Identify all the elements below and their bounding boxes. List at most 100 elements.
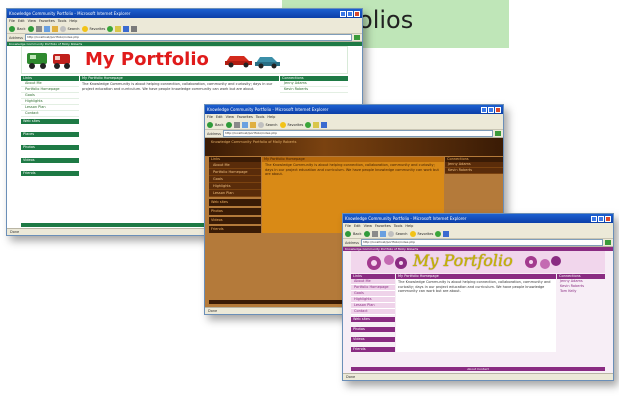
menu-favorites[interactable]: Favorites (375, 224, 391, 228)
media-icon[interactable] (435, 230, 442, 237)
nav-item[interactable]: Lesson Plan (209, 190, 261, 197)
history-icon[interactable] (313, 121, 320, 128)
section-heading[interactable]: Videos (351, 337, 395, 342)
close-icon[interactable] (605, 215, 611, 222)
menu-file[interactable]: File (345, 224, 351, 228)
menu-view[interactable]: View (28, 19, 36, 23)
section-heading[interactable]: Videos (21, 158, 79, 163)
search-icon[interactable] (59, 25, 66, 32)
menu-favorites[interactable]: Favorites (237, 115, 253, 119)
connection-link[interactable]: Tom Kelly (557, 289, 605, 294)
section-heading[interactable]: Places (21, 132, 79, 137)
stop-icon[interactable] (233, 121, 240, 128)
window-controls[interactable] (591, 215, 611, 222)
stop-icon[interactable] (35, 25, 42, 32)
menu-tools[interactable]: Tools (58, 19, 67, 23)
section-heading[interactable]: Web sites (351, 317, 395, 322)
menu-edit[interactable]: Edit (216, 115, 223, 119)
menu-tools[interactable]: Tools (394, 224, 403, 228)
refresh-icon[interactable] (379, 230, 386, 237)
back-label[interactable]: Back (353, 232, 362, 236)
window-titlebar[interactable]: Knowledge Community Portfolio - Microsof… (7, 9, 362, 18)
favorites-star-icon[interactable] (409, 230, 416, 237)
home-icon[interactable] (249, 121, 256, 128)
mail-icon[interactable] (321, 121, 328, 128)
close-icon[interactable] (495, 106, 501, 113)
address-input[interactable]: http://localhost/portfolio/index.php (222, 130, 493, 137)
section-heading[interactable]: Web sites (21, 119, 79, 124)
forward-icon[interactable] (225, 121, 232, 128)
favorites-label[interactable]: Favorites (418, 232, 434, 236)
search-icon[interactable] (257, 121, 264, 128)
menu-file[interactable]: File (9, 19, 15, 23)
nav-item[interactable]: Goals (209, 176, 261, 183)
search-label[interactable]: Search (396, 232, 408, 236)
nav-item[interactable]: Highlights (209, 183, 261, 190)
search-icon[interactable] (387, 230, 394, 237)
menu-view[interactable]: View (226, 115, 234, 119)
favorites-star-icon[interactable] (81, 25, 88, 32)
favorites-label[interactable]: Favorites (90, 27, 106, 31)
section-heading[interactable]: Photos (209, 208, 261, 215)
address-input[interactable]: http://localhost/portfolio/index.php (360, 239, 603, 246)
favorites-star-icon[interactable] (279, 121, 286, 128)
back-icon[interactable] (9, 25, 15, 32)
nav-item[interactable]: Contact (21, 111, 79, 117)
back-label[interactable]: Back (215, 123, 224, 127)
forward-icon[interactable] (363, 230, 370, 237)
menu-view[interactable]: View (364, 224, 372, 228)
connection-link[interactable]: Kevin Roberts (280, 87, 348, 93)
maximize-icon[interactable] (598, 215, 604, 222)
section-heading[interactable]: Web sites (209, 199, 261, 206)
section-heading[interactable]: Photos (21, 145, 79, 150)
section-heading[interactable]: Videos (209, 217, 261, 224)
go-button[interactable] (354, 35, 360, 40)
section-heading[interactable]: Photos (351, 327, 395, 332)
window-titlebar[interactable]: Knowledge Community Portfolio - Microsof… (343, 214, 613, 223)
window-controls[interactable] (481, 106, 501, 113)
refresh-icon[interactable] (241, 121, 248, 128)
maximize-icon[interactable] (347, 10, 353, 17)
back-label[interactable]: Back (17, 27, 26, 31)
menu-help[interactable]: Help (405, 224, 413, 228)
search-label[interactable]: Search (266, 123, 278, 127)
back-icon[interactable] (207, 121, 213, 128)
menu-file[interactable]: File (207, 115, 213, 119)
print-icon[interactable] (131, 25, 138, 32)
go-button[interactable] (495, 131, 501, 136)
nav-item[interactable]: About Me (209, 162, 261, 169)
browser-window-purple[interactable]: Knowledge Community Portfolio - Microsof… (342, 213, 614, 381)
forward-icon[interactable] (27, 25, 34, 32)
minimize-icon[interactable] (340, 10, 346, 17)
minimize-icon[interactable] (591, 215, 597, 222)
section-heading[interactable]: Friends (209, 226, 261, 233)
window-controls[interactable] (340, 10, 360, 17)
menu-help[interactable]: Help (69, 19, 77, 23)
favorites-label[interactable]: Favorites (288, 123, 304, 127)
address-input[interactable]: http://localhost/portfolio/index.php (24, 34, 352, 41)
minimize-icon[interactable] (481, 106, 487, 113)
nav-item[interactable]: Contact (351, 309, 395, 315)
history-icon[interactable] (115, 25, 122, 32)
menu-favorites[interactable]: Favorites (39, 19, 55, 23)
maximize-icon[interactable] (488, 106, 494, 113)
menu-edit[interactable]: Edit (18, 19, 25, 23)
mail-icon[interactable] (443, 230, 450, 237)
media-icon[interactable] (107, 25, 114, 32)
refresh-icon[interactable] (43, 25, 50, 32)
go-button[interactable] (605, 240, 611, 245)
media-icon[interactable] (305, 121, 312, 128)
section-heading[interactable]: Friends (21, 171, 79, 176)
connection-link[interactable]: Kevin Roberts (445, 168, 503, 174)
page-footer[interactable]: About Contact (351, 367, 605, 371)
section-heading[interactable]: Friends (351, 347, 395, 352)
menu-edit[interactable]: Edit (354, 224, 361, 228)
menu-help[interactable]: Help (267, 115, 275, 119)
home-icon[interactable] (51, 25, 58, 32)
search-label[interactable]: Search (68, 27, 80, 31)
nav-item[interactable]: Portfolio Homepage (209, 169, 261, 176)
back-icon[interactable] (345, 230, 351, 237)
mail-icon[interactable] (123, 25, 130, 32)
menu-tools[interactable]: Tools (256, 115, 265, 119)
window-titlebar[interactable]: Knowledge Community Portfolio - Microsof… (205, 105, 503, 114)
